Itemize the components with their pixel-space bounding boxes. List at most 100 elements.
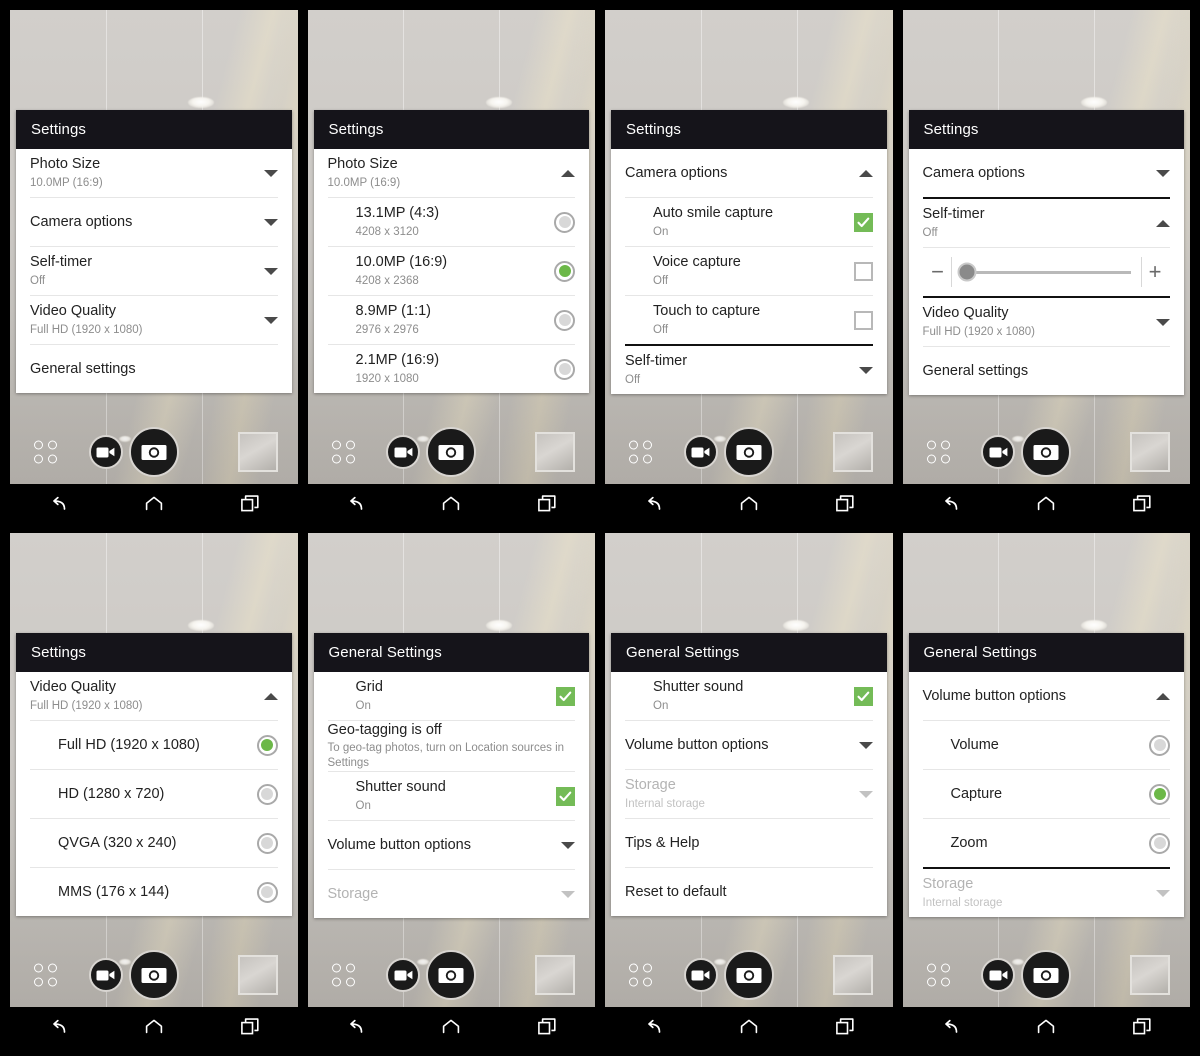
row-10-0mp-16-9[interactable]: 10.0MP (16:9) 4208 x 2368 [314,247,590,295]
row-zoom[interactable]: Zoom [909,819,1185,867]
gallery-thumbnail[interactable] [535,432,575,472]
shutter-button[interactable] [128,427,179,477]
home-icon[interactable] [1020,489,1072,519]
checkbox-checked[interactable] [853,686,873,706]
home-icon[interactable] [723,489,775,519]
home-icon[interactable] [425,1012,477,1042]
row-full-hd-1920-x-1080[interactable]: Full HD (1920 x 1080) [16,721,292,769]
row-video-quality[interactable]: Video Quality Full HD (1920 x 1080) [16,296,292,344]
home-icon[interactable] [128,1012,180,1042]
recents-icon[interactable] [521,489,573,519]
row-qvga-320-x-240[interactable]: QVGA (320 x 240) [16,819,292,867]
row-voice-capture[interactable]: Voice capture Off [611,247,887,295]
row-volume-button-options[interactable]: Volume button options [314,821,590,869]
radio-selected[interactable] [1149,783,1170,805]
row-hd-1280-x-720[interactable]: HD (1280 x 720) [16,770,292,818]
modes-grid-icon[interactable] [331,440,355,464]
gallery-thumbnail[interactable] [237,955,278,995]
slider-track[interactable] [957,262,1131,282]
radio-unselected[interactable] [1149,832,1170,854]
gallery-thumbnail[interactable] [535,955,575,995]
row-video-quality[interactable]: Video Quality Full HD (1920 x 1080) [909,298,1185,346]
checkbox-checked[interactable] [853,212,873,232]
row-self-timer[interactable]: Self-timer Off [611,346,887,394]
row-video-quality[interactable]: Video Quality Full HD (1920 x 1080) [16,672,292,720]
row-storage[interactable]: Storage Internal storage [611,770,887,818]
shutter-button[interactable] [1021,950,1072,1000]
radio-unselected[interactable] [554,309,575,331]
shutter-button[interactable] [128,950,179,1000]
row-storage[interactable]: Storage Internal storage [909,869,1185,917]
row-2-1mp-16-9[interactable]: 2.1MP (16:9) 1920 x 1080 [314,345,590,393]
plus-icon[interactable]: + [1142,261,1168,283]
minus-icon[interactable]: − [925,261,951,283]
recents-icon[interactable] [1116,1012,1168,1042]
modes-grid-icon[interactable] [34,440,57,464]
checkbox-checked[interactable] [556,686,575,706]
shutter-button[interactable] [426,427,477,477]
recents-icon[interactable] [819,1012,871,1042]
row-photo-size[interactable]: Photo Size 10.0MP (16:9) [16,149,292,197]
row-auto-smile-capture[interactable]: Auto smile capture On [611,198,887,246]
row-reset-to-default[interactable]: Reset to default [611,868,887,916]
row-8-9mp-1-1[interactable]: 8.9MP (1:1) 2976 x 2976 [314,296,590,344]
row-general-settings[interactable]: General settings [909,347,1185,395]
video-record-button[interactable] [386,435,421,469]
home-icon[interactable] [425,489,477,519]
row-storage[interactable]: Storage [314,870,590,918]
radio-unselected[interactable] [256,881,278,903]
row-camera-options[interactable]: Camera options [611,149,887,197]
shutter-button[interactable] [723,950,774,1000]
radio-unselected[interactable] [1149,734,1170,756]
row-photo-size[interactable]: Photo Size 10.0MP (16:9) [314,149,590,197]
checkbox-unchecked[interactable] [853,261,873,281]
back-icon[interactable] [329,489,381,519]
gallery-thumbnail[interactable] [1130,955,1170,995]
shutter-button[interactable] [426,950,477,1000]
slider-thumb[interactable] [957,262,977,282]
video-record-button[interactable] [386,958,421,992]
modes-grid-icon[interactable] [926,440,950,464]
back-icon[interactable] [329,1012,381,1042]
gallery-thumbnail[interactable] [1130,432,1170,472]
slider-track-wrap[interactable] [950,257,1142,287]
row-capture[interactable]: Capture [909,770,1185,818]
modes-grid-icon[interactable] [629,963,652,987]
modes-grid-icon[interactable] [629,440,652,464]
row-camera-options[interactable]: Camera options [909,149,1185,197]
row-shutter-sound[interactable]: Shutter sound On [314,772,590,820]
recents-icon[interactable] [224,489,276,519]
home-icon[interactable] [723,1012,775,1042]
recents-icon[interactable] [521,1012,573,1042]
row-shutter-sound[interactable]: Shutter sound On [611,672,887,720]
recents-icon[interactable] [1116,489,1168,519]
video-record-button[interactable] [88,958,123,992]
row-grid[interactable]: Grid On [314,672,590,720]
radio-unselected[interactable] [554,358,575,380]
video-record-button[interactable] [981,435,1016,469]
radio-selected[interactable] [256,734,278,756]
row-tips-help[interactable]: Tips & Help [611,819,887,867]
back-icon[interactable] [32,489,84,519]
shutter-button[interactable] [723,427,774,477]
self-timer-slider[interactable]: − + [909,248,1185,296]
gallery-thumbnail[interactable] [237,432,278,472]
row-volume[interactable]: Volume [909,721,1185,769]
back-icon[interactable] [627,1012,679,1042]
modes-grid-icon[interactable] [34,963,57,987]
row-mms-176-x-144[interactable]: MMS (176 x 144) [16,868,292,916]
gallery-thumbnail[interactable] [832,955,873,995]
row-general-settings[interactable]: General settings [16,345,292,393]
back-icon[interactable] [924,1012,976,1042]
back-icon[interactable] [924,489,976,519]
radio-unselected[interactable] [256,783,278,805]
radio-selected[interactable] [554,260,575,282]
gallery-thumbnail[interactable] [832,432,873,472]
recents-icon[interactable] [819,489,871,519]
radio-unselected[interactable] [256,832,278,854]
shutter-button[interactable] [1021,427,1072,477]
modes-grid-icon[interactable] [926,963,950,987]
video-record-button[interactable] [88,435,123,469]
radio-unselected[interactable] [554,211,575,233]
row-13-1mp-4-3[interactable]: 13.1MP (4:3) 4208 x 3120 [314,198,590,246]
